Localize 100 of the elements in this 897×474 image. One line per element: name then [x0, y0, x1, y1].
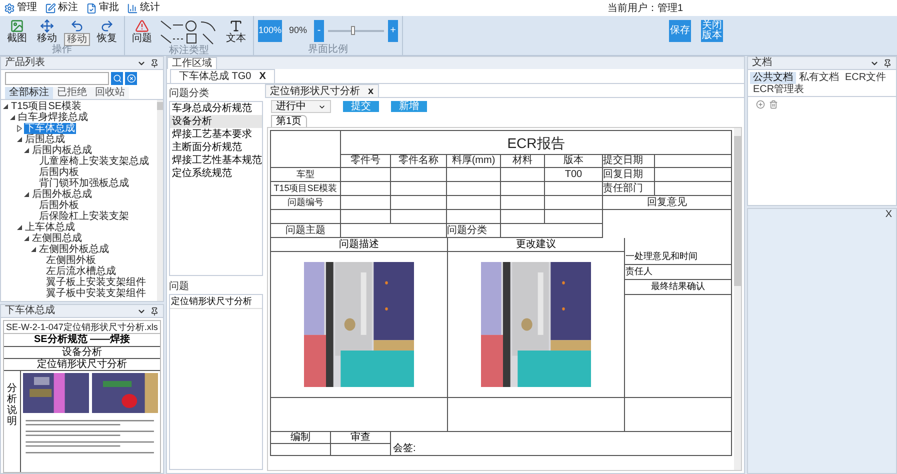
warning-icon [135, 19, 149, 33]
image-icon [10, 19, 24, 33]
category-item[interactable]: 主断面分析规范 [170, 141, 262, 154]
group-label: 标注类型 [169, 46, 209, 56]
issue-item[interactable]: 定位销形状尺寸分析 [170, 295, 262, 309]
filter-tab[interactable]: 全部标注 [5, 87, 53, 99]
tree-item[interactable]: 下车体总成 [24, 123, 76, 134]
tool-button[interactable]: 文本 [223, 19, 249, 44]
work-tab[interactable]: 下车体总成 TG0 X [170, 69, 275, 83]
tree-item[interactable]: 翼子板中安装支架组件 [45, 288, 147, 299]
pin-icon[interactable] [883, 58, 892, 68]
tree-item[interactable]: 左后流水槽总成 [45, 266, 117, 277]
current-user: 当前用户：管理1 [607, 2, 683, 16]
gear-icon [4, 2, 15, 14]
tree-item[interactable]: 背门锁环加强板总成 [38, 178, 130, 189]
filter-tab[interactable]: 已拒绝 [53, 87, 91, 99]
field-label: 责任部门 [603, 182, 643, 194]
category-item[interactable]: 定位系统规范 [170, 167, 262, 180]
tree-item[interactable]: 后保险杠上安装支架 [38, 211, 130, 222]
field-label: 回复意见 [647, 196, 687, 208]
category-item[interactable]: 焊接工艺性基本规范 [170, 154, 262, 167]
tool-button[interactable]: 恢复 [94, 19, 120, 44]
panel-title: 产品列表 [5, 57, 46, 69]
tree-item[interactable]: 左侧围总成 [31, 233, 83, 244]
pen-icon [45, 2, 56, 14]
document-tab[interactable]: 私有文档 [796, 72, 842, 84]
tree-item[interactable]: 后围外板 [38, 200, 80, 211]
move-icon [40, 19, 54, 33]
status-dropdown[interactable]: 进行中 [271, 100, 331, 113]
document-tab[interactable]: ECR管理表 [750, 84, 808, 96]
redo-icon [100, 19, 114, 33]
search-button[interactable] [111, 72, 123, 85]
text-icon [229, 19, 243, 33]
menu-item[interactable]: 标注 [45, 2, 78, 14]
document-tab[interactable]: ECR文件 [842, 72, 890, 84]
category-item[interactable]: 焊接工艺基本要求 [170, 128, 262, 141]
section-label: 更改建议 [448, 238, 624, 252]
field-label: 提交日期 [603, 155, 643, 166]
tree-item[interactable]: 后围内板总成 [31, 145, 93, 156]
column-header: 版本 [564, 155, 584, 166]
expanded-arrow-icon[interactable] [17, 137, 22, 142]
filter-tab[interactable]: 回收站 [91, 87, 129, 99]
tree-item[interactable]: T15项目SE模装 [10, 101, 83, 112]
zoom-slider[interactable] [328, 26, 384, 36]
search-field[interactable] [5, 72, 109, 85]
document-item: 定位销形状尺寸分析 [4, 359, 160, 371]
signature-label: 审查 [331, 432, 390, 444]
tree-item[interactable]: 左侧围外板 [45, 255, 97, 266]
expanded-arrow-icon[interactable] [10, 115, 15, 120]
menu-item[interactable]: 统计 [127, 2, 160, 14]
panel-title: 下车体总成 [5, 305, 56, 317]
field-label: 回复日期 [603, 168, 643, 180]
report-title: ECR报告 [507, 134, 565, 150]
pin-icon[interactable] [150, 306, 159, 316]
tree-item[interactable]: 后围总成 [24, 134, 66, 145]
tree-item[interactable]: 后围外板总成 [31, 189, 93, 200]
tree-item[interactable]: 儿童座椅上安装支架总成 [38, 156, 150, 167]
tool-button[interactable]: 移动 [34, 19, 60, 44]
clear-button[interactable] [125, 72, 137, 85]
zoom-preset-button[interactable]: 90% [286, 20, 310, 42]
tree-item[interactable]: 上车体总成 [24, 222, 76, 233]
tool-button[interactable]: 截图 [4, 19, 30, 44]
tool-button[interactable]: 问题 [129, 19, 155, 44]
expanded-arrow-icon[interactable] [24, 192, 29, 197]
category-item[interactable]: 车身总成分析规范 [170, 102, 262, 115]
scrollbar[interactable] [734, 128, 741, 470]
collapsed-arrow-icon[interactable] [17, 125, 22, 132]
document-tab[interactable]: 公共文档 [750, 72, 796, 84]
expanded-arrow-icon[interactable] [17, 225, 22, 230]
document-subtitle: 设备分析 [4, 347, 160, 359]
row-label: T15项目SE模装 [274, 183, 338, 193]
expanded-arrow-icon[interactable] [24, 148, 29, 153]
tree-item[interactable]: 左侧围外板总成 [38, 244, 110, 255]
expanded-arrow-icon[interactable] [31, 247, 36, 252]
add-icon[interactable] [756, 100, 765, 109]
close-button[interactable]: X [885, 209, 892, 221]
menu-item[interactable]: 审批 [86, 2, 119, 14]
tree-item[interactable]: 白车身焊接总成 [17, 112, 89, 123]
document-tab[interactable]: 定位销形状尺寸分析 x [265, 84, 379, 97]
trash-icon[interactable] [769, 100, 778, 109]
slider-thumb[interactable] [351, 26, 356, 35]
row-label: 车型 [296, 169, 314, 179]
panel-title: 文档 [752, 57, 773, 69]
page-tab[interactable]: 第1页 [271, 115, 307, 127]
table-cell: T00 [564, 168, 582, 180]
tree-item[interactable]: 翼子板上安装支架组件 [45, 277, 147, 288]
tree-item[interactable]: 后围内板 [38, 167, 80, 178]
search-icon [112, 74, 122, 83]
undo-icon [70, 19, 84, 33]
pin-icon[interactable] [150, 58, 159, 68]
tooltip: 移动 [64, 33, 90, 46]
expanded-arrow-icon[interactable] [3, 104, 8, 109]
side-label: 分析说明 [7, 383, 17, 429]
menu-item[interactable]: 管理 [4, 2, 37, 14]
field-label: 一处理意见和时间 [625, 250, 731, 265]
expanded-arrow-icon[interactable] [24, 236, 29, 241]
scrollbar[interactable] [157, 100, 163, 301]
category-item[interactable]: 设备分析 [170, 115, 262, 128]
section-heading: 问题 [169, 280, 190, 294]
column-header: 料厚(mm) [452, 155, 496, 166]
